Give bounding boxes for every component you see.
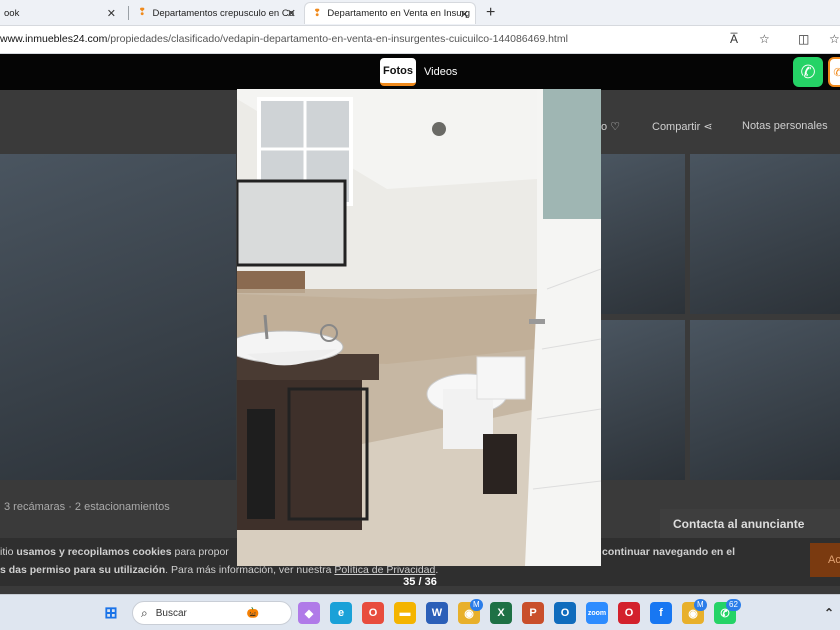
facebook-icon[interactable]: f xyxy=(650,602,672,624)
powerpoint-icon[interactable]: P xyxy=(522,602,544,624)
word-icon[interactable]: W xyxy=(426,602,448,624)
favorite-fragment[interactable]: o ♡ xyxy=(601,120,620,133)
taskbar: ⊞ ⌕ Buscar 🎃 ◆ e O ▬ W ◉ M X P O zoom O … xyxy=(0,594,840,630)
windows-start-icon[interactable]: ⊞ xyxy=(100,602,122,624)
search-icon: ⌕ xyxy=(141,605,148,620)
tab-videos[interactable]: Videos xyxy=(424,58,457,86)
inmuebles-favicon-icon: ❢ xyxy=(313,7,322,19)
background-photo xyxy=(690,320,840,480)
share-icon: ⋖ xyxy=(703,121,713,133)
file-explorer-icon[interactable]: ▬ xyxy=(394,602,416,624)
edge-icon[interactable]: e xyxy=(330,602,352,624)
taskbar-search[interactable]: ⌕ Buscar 🎃 xyxy=(132,601,292,625)
profile-badge: M xyxy=(470,599,483,611)
copilot-icon[interactable]: ◆ xyxy=(298,602,320,624)
tab-departamentos-crepusculo[interactable]: ❢ Departamentos crepusculo en Co ✕ xyxy=(130,2,302,24)
background-photo xyxy=(601,154,685,314)
outlook-icon[interactable]: O xyxy=(554,602,576,624)
split-screen-icon[interactable]: ◫ xyxy=(798,32,809,46)
share-button[interactable]: Compartir ⋖ xyxy=(652,120,713,133)
close-tab-icon[interactable]: ✕ xyxy=(107,7,116,20)
heart-icon: ♡ xyxy=(610,121,621,133)
office-icon[interactable]: O xyxy=(362,602,384,624)
opera-icon[interactable]: O xyxy=(618,602,640,624)
accept-cookies-button[interactable]: Ac xyxy=(810,543,840,577)
whatsapp-button[interactable]: ✆ xyxy=(793,57,823,87)
whatsapp-icon: ✆ xyxy=(800,61,816,82)
bathroom-photo xyxy=(237,89,601,566)
profile-badge-2: M xyxy=(694,599,707,611)
tab-divider xyxy=(128,6,129,20)
close-tab-icon[interactable]: ✕ xyxy=(460,8,469,21)
photo-counter: 35 / 36 xyxy=(403,576,437,588)
new-tab-button[interactable]: + xyxy=(486,4,495,22)
tab-photos[interactable]: Fotos xyxy=(380,58,416,86)
property-specs: 3 recámaras · 2 estacionamientos xyxy=(4,501,170,513)
browser-tab-strip: ook ✕ ❢ Departamentos crepusculo en Co ✕… xyxy=(0,0,840,26)
favorite-star-icon[interactable]: ☆ xyxy=(759,32,770,46)
phone-icon: ✆ xyxy=(833,66,840,79)
read-aloud-icon[interactable]: A̅ xyxy=(730,32,738,46)
cookie-text-line-1: itio usamos y recopilamos cookies para p… xyxy=(0,546,229,558)
cookie-text-right: continuar navegando en el xyxy=(602,546,736,558)
chevron-up-icon[interactable]: ⌃ xyxy=(818,602,840,624)
notes-button[interactable]: Notas personales xyxy=(742,120,828,132)
gallery-top-strip: Fotos Videos ✆ ✆ xyxy=(0,54,840,90)
contact-button[interactable]: ✆ xyxy=(828,57,840,87)
notification-count-badge: 62 xyxy=(726,599,741,611)
close-tab-icon[interactable]: ✕ xyxy=(287,7,296,20)
excel-icon[interactable]: X xyxy=(490,602,512,624)
tab-departamento-venta[interactable]: ❢ Departamento en Venta en Insurg ✕ xyxy=(304,2,476,24)
url-text[interactable]: www.inmuebles24.com/propiedades/clasific… xyxy=(0,33,568,45)
inmuebles-favicon-icon: ❢ xyxy=(138,7,147,18)
gallery-main-photo[interactable] xyxy=(237,89,601,566)
favorites-icon[interactable]: ☆ xyxy=(829,32,840,46)
background-photo xyxy=(0,154,236,480)
zoom-icon[interactable]: zoom xyxy=(586,602,608,624)
address-bar[interactable]: www.inmuebles24.com/propiedades/clasific… xyxy=(0,26,840,54)
background-photo xyxy=(690,154,840,314)
tab-outlook[interactable]: ook ✕ xyxy=(0,2,122,24)
page-content: o ♡ Compartir ⋖ Notas personales 3 recám… xyxy=(0,54,840,594)
pumpkin-icon: 🎃 xyxy=(246,607,260,619)
contact-advertiser-header: Contacta al anunciante xyxy=(660,509,840,541)
background-photo xyxy=(601,320,685,480)
